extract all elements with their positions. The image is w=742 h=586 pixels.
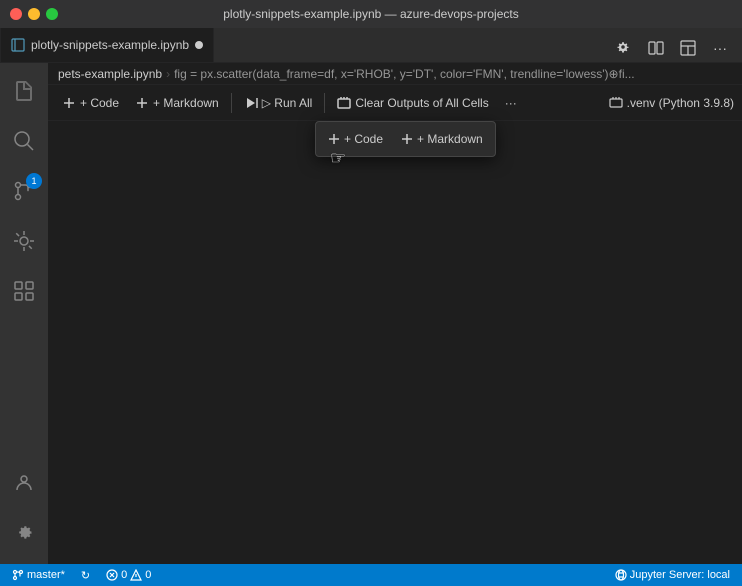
clear-icon [337,96,351,110]
breadcrumb-part2: fig = px.scatter(data_frame=df, x='RHOB'… [174,67,635,81]
files-icon [12,79,36,103]
sidebar-item-debug[interactable] [0,217,48,265]
warning-icon [130,569,142,581]
kernel-icon [609,96,623,110]
jupyter-server-item[interactable]: Jupyter Server: local [611,564,734,586]
run-all-icon [244,96,258,110]
sidebar-item-search[interactable] [0,117,48,165]
layout-button[interactable] [674,34,702,62]
activity-bar-bottom [0,458,48,564]
tab-bar: plotly-snippets-example.ipynb ··· [0,28,742,63]
layout-icon [680,40,696,56]
warnings-count: 0 [145,569,151,581]
split-icon [648,40,664,56]
add-markdown-label: + Markdown [153,96,219,110]
jupyter-icon [615,569,627,581]
sidebar-item-files[interactable] [0,67,48,115]
accounts-icon [13,471,35,493]
errors-item[interactable]: 0 0 [102,564,155,586]
plus-markdown-icon [135,96,149,110]
kernel-info[interactable]: .venv (Python 3.9.8) [609,96,734,110]
popup-add-code-button[interactable]: + Code [320,126,391,152]
notebook-icon [11,38,25,52]
run-all-button[interactable]: ▷ Run All [238,90,319,116]
add-cell-popup: + Code + Markdown [315,121,496,157]
sidebar-item-source-control[interactable]: 1 [0,167,48,215]
breadcrumb-separator: › [166,67,170,81]
more-options-button[interactable]: ··· [499,90,523,116]
clear-outputs-button[interactable]: Clear Outputs of All Cells [331,90,494,116]
unsaved-dot [195,41,203,49]
jupyter-server-label: Jupyter Server: local [630,569,730,581]
plus-icon [62,96,76,110]
traffic-lights [10,8,58,20]
tab-filename: plotly-snippets-example.ipynb [31,38,189,52]
window-title: plotly-snippets-example.ipynb — azure-de… [223,7,518,21]
debug-icon [12,229,36,253]
maximize-button[interactable] [46,8,58,20]
toolbar-separator-1 [231,93,232,113]
popup-plus-markdown-icon [401,133,413,145]
gear-icon [616,40,632,56]
title-bar: plotly-snippets-example.ipynb — azure-de… [0,0,742,28]
activity-bar: 1 [0,63,48,564]
sidebar-item-settings[interactable] [0,508,48,556]
breadcrumb: pets-example.ipynb › fig = px.scatter(da… [48,63,742,85]
more-button[interactable]: ··· [706,34,734,62]
split-button[interactable] [642,34,670,62]
breadcrumb-part1: pets-example.ipynb [58,67,162,81]
status-bar: master* ↻ 0 0 Jup [0,564,742,586]
sync-icon: ↻ [81,569,90,582]
git-branch-icon [12,569,24,581]
add-markdown-button[interactable]: + Markdown [129,90,225,116]
popup-code-label: + Code [344,132,383,146]
add-code-button[interactable]: + Code [56,90,125,116]
tab-actions: ··· [610,34,742,62]
extensions-icon [12,279,36,303]
minimize-button[interactable] [28,8,40,20]
status-left: master* ↻ 0 0 [8,564,155,586]
toolbar-separator-2 [324,93,325,113]
notebook-content [48,121,742,564]
search-icon [12,129,36,153]
toolbar-right: .venv (Python 3.9.8) [609,96,734,110]
active-tab[interactable]: plotly-snippets-example.ipynb [0,27,214,62]
sync-item[interactable]: ↻ [77,564,94,586]
errors-count: 0 [121,569,127,581]
git-branch-label: master* [27,569,65,581]
error-icon [106,569,118,581]
notebook-toolbar: + Code + Markdown ▷ Run All [48,85,742,121]
run-all-label: ▷ Run All [262,96,313,110]
clear-outputs-label: Clear Outputs of All Cells [355,96,488,110]
close-button[interactable] [10,8,22,20]
popup-markdown-label: + Markdown [417,132,483,146]
popup-plus-code-icon [328,133,340,145]
source-control-badge: 1 [26,173,42,189]
git-branch-item[interactable]: master* [8,564,69,586]
settings-icon [13,521,35,543]
gear-button[interactable] [610,34,638,62]
sidebar-item-extensions[interactable] [0,267,48,315]
more-dots: ··· [505,96,517,110]
kernel-label: .venv (Python 3.9.8) [627,96,734,110]
add-code-label: + Code [80,96,119,110]
sidebar-item-accounts[interactable] [0,458,48,506]
popup-add-markdown-button[interactable]: + Markdown [393,126,491,152]
status-right: Jupyter Server: local [611,564,734,586]
